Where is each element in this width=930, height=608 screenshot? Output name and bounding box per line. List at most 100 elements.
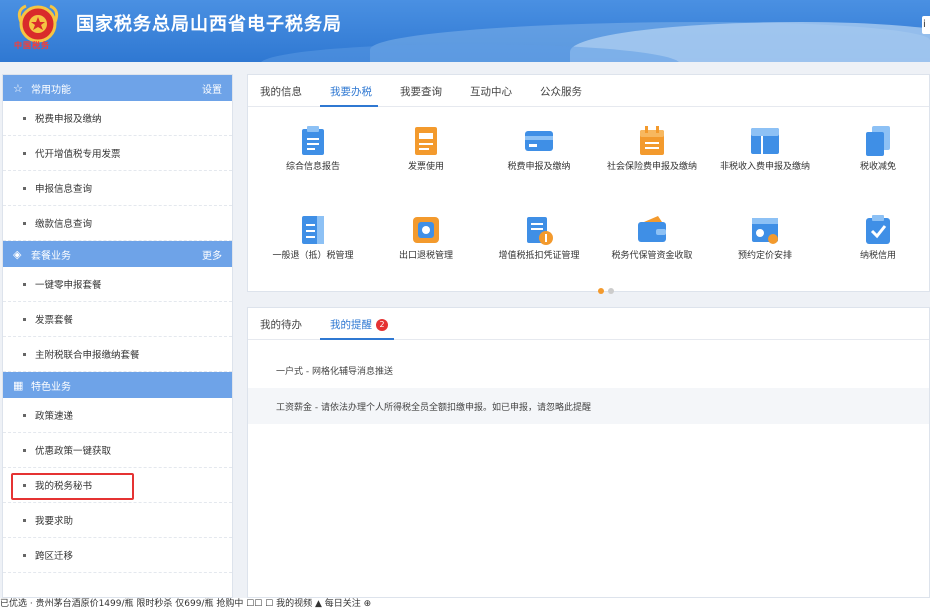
bottom-tab-bar: 我的待办 我的提醒 2: [248, 308, 929, 340]
sidebar-item[interactable]: 我要求助: [3, 503, 232, 538]
carousel-indicator: [598, 279, 618, 298]
service-tile[interactable]: 出口退税管理: [376, 214, 476, 263]
service-label: 税费申报及缴纳: [507, 162, 571, 172]
service-label: 增值税抵扣凭证管理: [498, 251, 580, 261]
service-tile[interactable]: 社会保险费申报及缴纳: [602, 125, 702, 174]
sidebar-section-header: ◈ 套餐业务 更多: [3, 241, 232, 267]
service-tile[interactable]: 增值税抵扣凭证管理: [489, 214, 589, 263]
sidebar-item[interactable]: 一键零申报套餐: [3, 267, 232, 302]
top-tab-bar: 我的信息 我要办税 我要查询 互动中心 公众服务: [248, 75, 929, 107]
tab-do-tax[interactable]: 我要办税: [320, 84, 378, 107]
sidebar: ☆ 常用功能 设置 税费申报及缴纳 代开增值税专用发票 申报信息查询 缴款信息查…: [2, 74, 233, 598]
more-link[interactable]: 更多: [202, 247, 222, 262]
appointment-icon: [752, 218, 778, 244]
service-label: 发票使用: [407, 162, 444, 172]
export-icon: [413, 217, 439, 243]
sidebar-item-label: 申报信息查询: [35, 184, 93, 195]
tab-my-reminders[interactable]: 我的提醒 2: [320, 317, 394, 340]
reminder-count-badge: 2: [376, 319, 388, 331]
sidebar-item-label: 税费申报及缴纳: [35, 114, 102, 125]
site-header: 中国税务 国家税务总局山西省电子税务局 i: [0, 0, 930, 62]
header-login-button-partial[interactable]: i: [922, 16, 930, 34]
star-icon: ☆: [13, 81, 23, 95]
sidebar-item[interactable]: 跨区迁移: [3, 538, 232, 573]
voucher-icon: [527, 217, 553, 245]
bullet-icon: [23, 553, 26, 557]
site-title: 国家税务总局山西省电子税务局: [76, 14, 342, 35]
service-tile[interactable]: 发票使用: [376, 125, 476, 174]
bullet-icon: [23, 221, 26, 225]
sidebar-item-label: 代开增值税专用发票: [35, 149, 121, 160]
tab-my-info[interactable]: 我的信息: [260, 84, 302, 106]
logo-script-text: 中国税务: [14, 41, 50, 50]
sidebar-section-title: 特色业务: [31, 381, 71, 393]
tab-query[interactable]: 我要查询: [400, 84, 442, 106]
bullet-icon: [23, 116, 26, 120]
sidebar-item[interactable]: 申报信息查询: [3, 171, 232, 206]
sidebar-section-header: ▦ 特色业务: [3, 372, 232, 398]
bullet-icon: [23, 518, 26, 522]
service-tile[interactable]: 非税收入费申报及缴纳: [715, 125, 815, 174]
tab-interaction[interactable]: 互动中心: [470, 84, 512, 106]
settings-link[interactable]: 设置: [202, 81, 222, 96]
sidebar-item-label: 主附税联合申报缴纳套餐: [35, 350, 140, 361]
carousel-dot[interactable]: [608, 288, 614, 294]
bullet-icon: [23, 317, 26, 321]
sidebar-item-label: 缴款信息查询: [35, 219, 93, 230]
reminder-message[interactable]: 工资薪金 - 请依法办理个人所得税全员全额扣缴申报。如已申报，请忽略此提醒: [248, 388, 929, 424]
service-label: 税收减免: [859, 162, 896, 172]
sidebar-item[interactable]: 代开增值税专用发票: [3, 136, 232, 171]
sidebar-item-tax-secretary[interactable]: 我的税务秘书: [3, 468, 232, 503]
service-label: 非税收入费申报及缴纳: [719, 162, 810, 172]
sidebar-item[interactable]: 缴款信息查询: [3, 206, 232, 241]
bullet-icon: [23, 186, 26, 190]
highlight-box: [11, 473, 134, 500]
service-tile[interactable]: 纳税信用: [828, 214, 928, 263]
credit-icon: [866, 215, 890, 244]
service-label: 税务代保管资金收取: [611, 251, 693, 261]
sidebar-item[interactable]: 政策速递: [3, 398, 232, 433]
bullet-icon: [23, 151, 26, 155]
sidebar-item[interactable]: 发票套餐: [3, 302, 232, 337]
sidebar-item-label: 发票套餐: [35, 315, 74, 326]
sidebar-item-label: 跨区迁移: [35, 551, 74, 562]
sidebar-item[interactable]: 主附税联合申报缴纳套餐: [3, 337, 232, 372]
service-label: 预约定价安排: [737, 251, 792, 261]
service-label: 社会保险费申报及缴纳: [606, 162, 697, 172]
service-label: 纳税信用: [859, 251, 896, 261]
service-label: 综合信息报告: [285, 162, 340, 172]
reminder-message[interactable]: 一户式 - 网格化辅导消息推送: [248, 352, 929, 388]
service-tile[interactable]: 预约定价安排: [715, 214, 815, 263]
report-icon: [302, 126, 324, 155]
bullet-icon: [23, 352, 26, 356]
sidebar-item-label: 我要求助: [35, 516, 74, 527]
service-tile[interactable]: 税收减免: [828, 125, 928, 174]
sidebar-item-label: 政策速递: [35, 411, 74, 422]
sidebar-item-label: 优惠政策一键获取: [35, 446, 112, 457]
tab-public-service[interactable]: 公众服务: [540, 84, 582, 106]
wallet-icon: [638, 216, 666, 242]
service-tile[interactable]: 税费申报及缴纳: [489, 125, 589, 174]
services-panel: 我的信息 我要办税 我要查询 互动中心 公众服务 综合信息报告 发票使用 税费申…: [247, 74, 930, 294]
card-icon: [525, 131, 553, 151]
browser-status-bar: 已优选 · 贵州茅台酒原价1499/瓶 限时秒杀 仅699/瓶 抢购中 ☐☐ ☐…: [0, 598, 930, 608]
calendar-icon: [640, 126, 664, 155]
service-label: 出口退税管理: [398, 251, 453, 261]
sidebar-item-label: 一键零申报套餐: [35, 280, 102, 291]
tab-my-todo[interactable]: 我的待办: [260, 317, 302, 339]
bullet-icon: [23, 282, 26, 286]
service-tile[interactable]: 综合信息报告: [263, 125, 363, 174]
sidebar-item[interactable]: 优惠政策一键获取: [3, 433, 232, 468]
sidebar-section-title: 常用功能: [31, 84, 71, 96]
todo-reminder-panel: 我的待办 我的提醒 2 一户式 - 网格化辅导消息推送 工资薪金 - 请依法办理个…: [247, 307, 930, 598]
carousel-dot-active[interactable]: [598, 288, 604, 294]
sidebar-item[interactable]: 税费申报及缴纳: [3, 101, 232, 136]
bullet-icon: [23, 448, 26, 452]
service-tile[interactable]: 税务代保管资金收取: [602, 214, 702, 263]
layout-icon: [751, 128, 779, 154]
service-tile[interactable]: 一般退（抵）税管理: [263, 214, 363, 263]
tab-label: 我的提醒: [330, 319, 372, 331]
sidebar-section-title: 套餐业务: [31, 250, 71, 262]
package-icon: ◈: [13, 247, 22, 261]
copy-icon: [866, 126, 890, 156]
